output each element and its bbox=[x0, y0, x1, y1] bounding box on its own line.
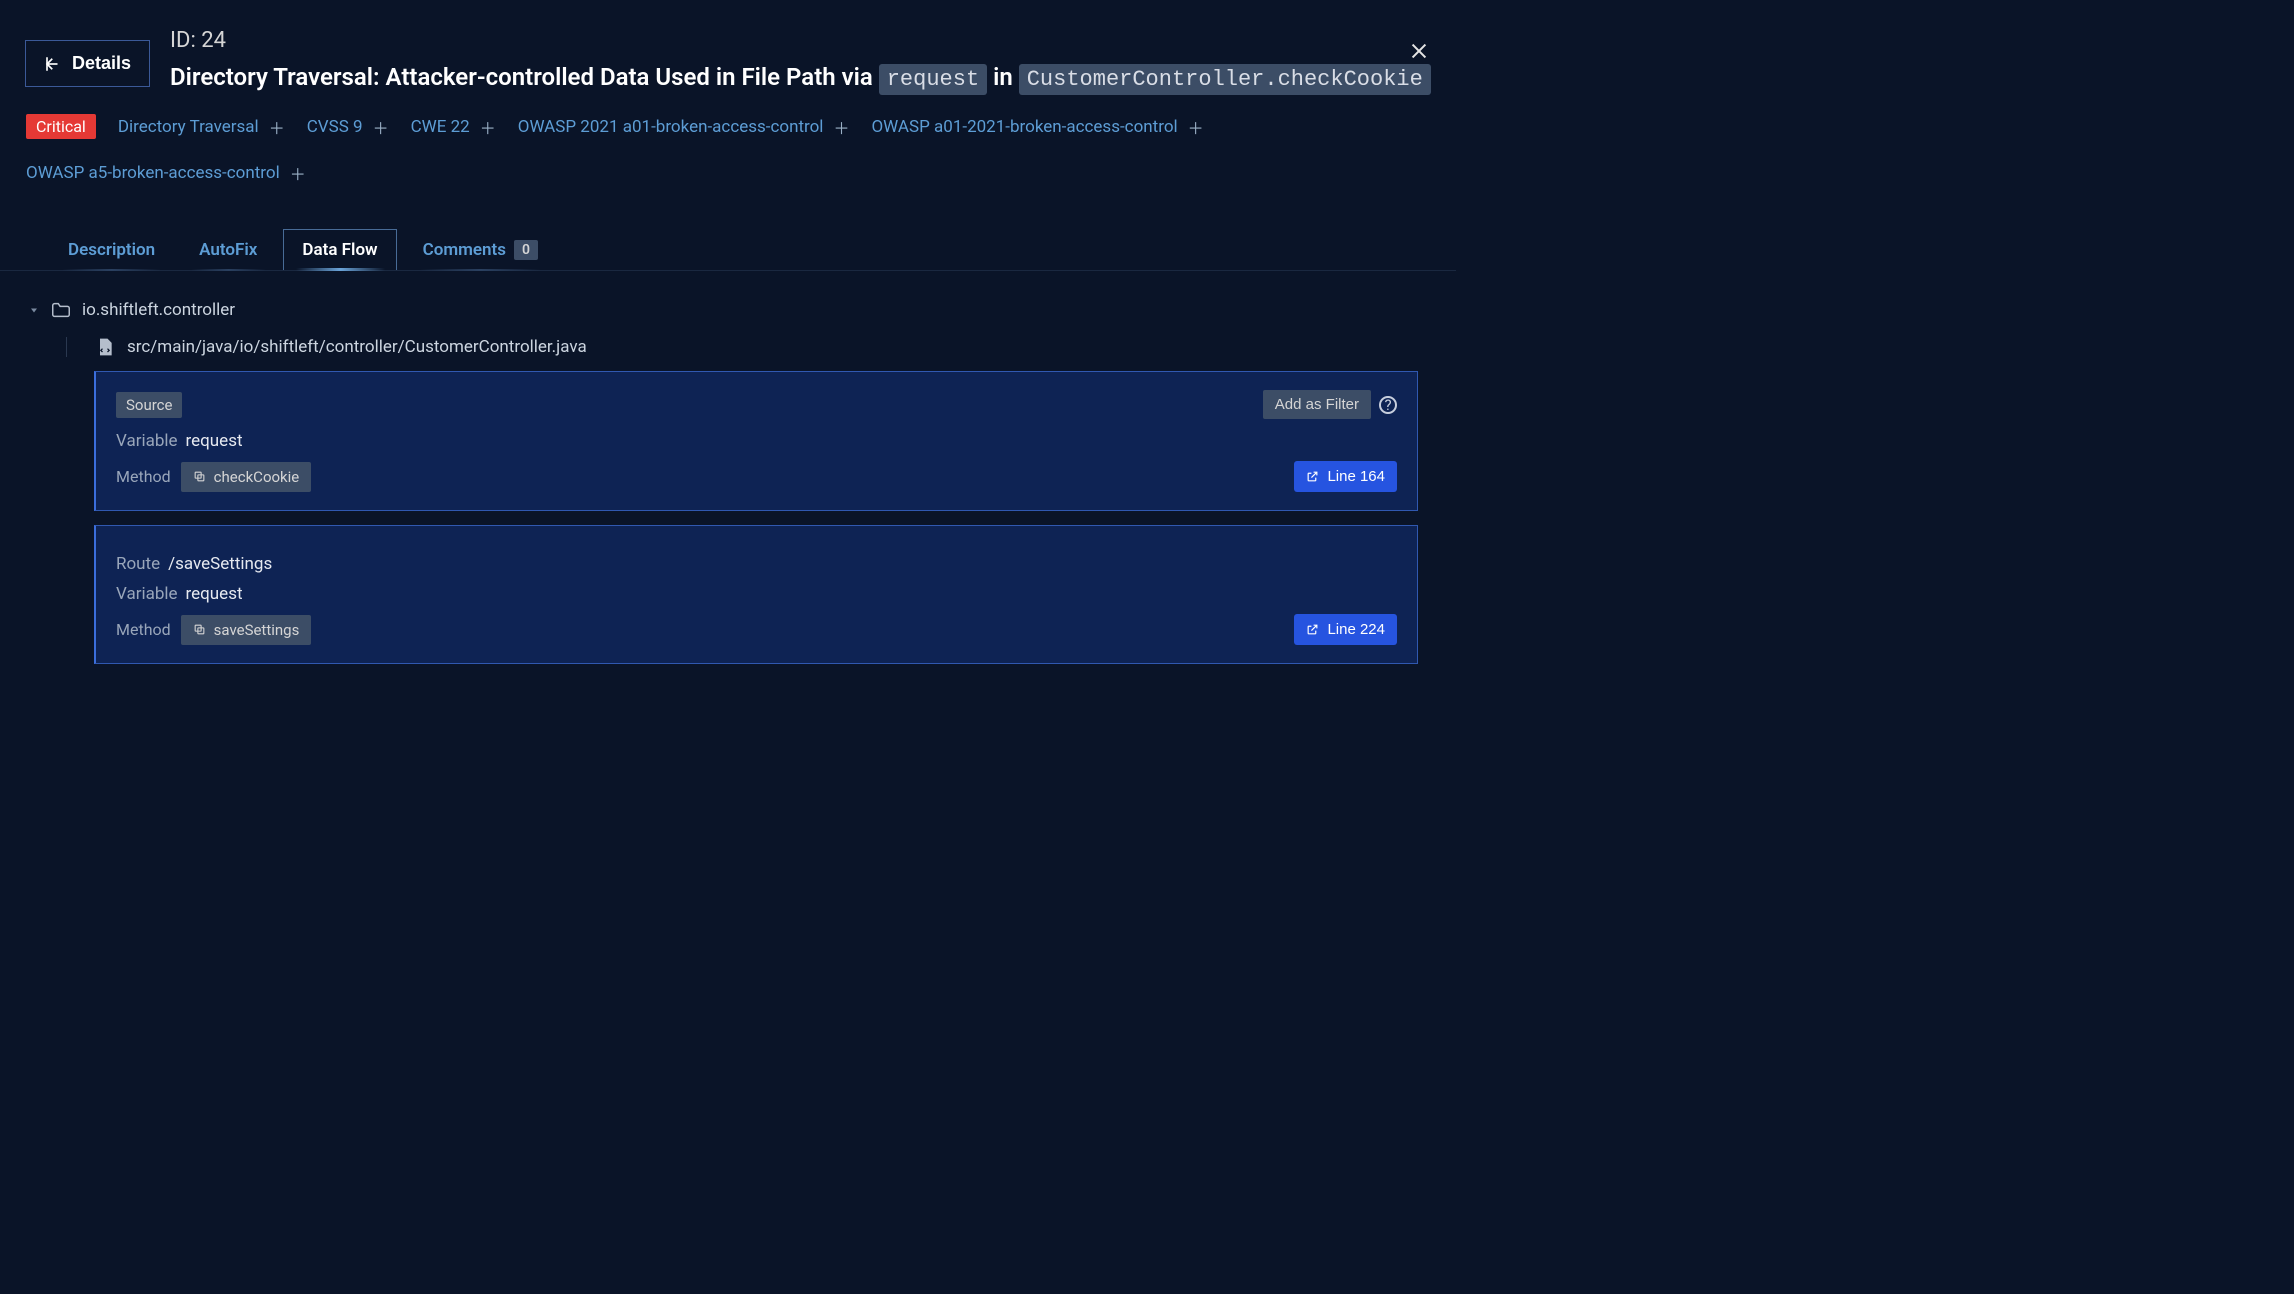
tab-description[interactable]: Description bbox=[50, 229, 173, 270]
close-icon bbox=[1408, 40, 1430, 62]
tags-row: Critical Directory Traversal＋ CVSS 9＋ CW… bbox=[0, 96, 1456, 195]
source-badge: Source bbox=[116, 392, 182, 418]
file-path: src/main/java/io/shiftleft/controller/Cu… bbox=[127, 337, 587, 357]
method-chip[interactable]: checkCookie bbox=[181, 462, 312, 492]
copy-icon bbox=[193, 623, 206, 636]
code-token-request: request bbox=[879, 64, 987, 95]
back-arrow-icon bbox=[44, 55, 62, 73]
method-chip[interactable]: saveSettings bbox=[181, 615, 312, 645]
plus-icon: ＋ bbox=[480, 115, 496, 139]
severity-badge: Critical bbox=[26, 114, 96, 139]
chevron-down-icon bbox=[28, 304, 40, 316]
file-row[interactable]: src/main/java/io/shiftleft/controller/Cu… bbox=[66, 337, 1446, 357]
finding-title: Directory Traversal: Attacker-controlled… bbox=[170, 59, 1436, 96]
tag-directory-traversal[interactable]: Directory Traversal＋ bbox=[118, 115, 285, 139]
tag-owasp-2021[interactable]: OWASP 2021 a01-broken-access-control＋ bbox=[518, 115, 850, 139]
copy-icon bbox=[193, 470, 206, 483]
plus-icon: ＋ bbox=[1188, 115, 1204, 139]
details-button-label: Details bbox=[72, 53, 131, 74]
code-token-method: CustomerController.checkCookie bbox=[1019, 64, 1431, 95]
flow-card-step: Route /saveSettings Variable request Met… bbox=[94, 525, 1418, 664]
external-link-icon bbox=[1306, 470, 1319, 483]
tag-owasp-a5[interactable]: OWASP a5-broken-access-control＋ bbox=[26, 161, 306, 185]
comments-count-badge: 0 bbox=[514, 240, 538, 260]
tag-cwe[interactable]: CWE 22＋ bbox=[411, 115, 496, 139]
variable-row: Variable request bbox=[116, 431, 1397, 451]
external-link-icon bbox=[1306, 623, 1319, 636]
flow-card-source: Source Add as Filter ? Variable request … bbox=[94, 371, 1418, 511]
add-as-filter-button[interactable]: Add as Filter bbox=[1263, 390, 1371, 419]
tab-comments[interactable]: Comments 0 bbox=[405, 229, 556, 270]
tag-owasp-a01[interactable]: OWASP a01-2021-broken-access-control＋ bbox=[871, 115, 1203, 139]
method-label: Method bbox=[116, 620, 171, 639]
title-block: ID: 24 Directory Traversal: Attacker-con… bbox=[170, 28, 1436, 96]
plus-icon: ＋ bbox=[373, 115, 389, 139]
tag-cvss[interactable]: CVSS 9＋ bbox=[307, 115, 389, 139]
plus-icon: ＋ bbox=[833, 115, 849, 139]
line-link-button[interactable]: Line 164 bbox=[1294, 461, 1397, 492]
tab-autofix[interactable]: AutoFix bbox=[181, 229, 275, 270]
folder-icon bbox=[50, 299, 72, 321]
package-name: io.shiftleft.controller bbox=[82, 300, 235, 320]
tab-data-flow[interactable]: Data Flow bbox=[283, 229, 396, 270]
close-button[interactable] bbox=[1408, 40, 1430, 62]
package-row[interactable]: io.shiftleft.controller bbox=[28, 299, 1446, 321]
route-row: Route /saveSettings bbox=[116, 554, 1397, 574]
plus-icon: ＋ bbox=[269, 115, 285, 139]
variable-row: Variable request bbox=[116, 584, 1397, 604]
help-icon[interactable]: ? bbox=[1379, 396, 1397, 414]
tabs-row: Description AutoFix Data Flow Comments 0 bbox=[0, 229, 1456, 271]
file-code-icon bbox=[95, 337, 115, 357]
finding-id: ID: 24 bbox=[170, 28, 1436, 53]
line-link-button[interactable]: Line 224 bbox=[1294, 614, 1397, 645]
plus-icon: ＋ bbox=[290, 161, 306, 185]
details-back-button[interactable]: Details bbox=[25, 40, 150, 87]
method-label: Method bbox=[116, 467, 171, 486]
